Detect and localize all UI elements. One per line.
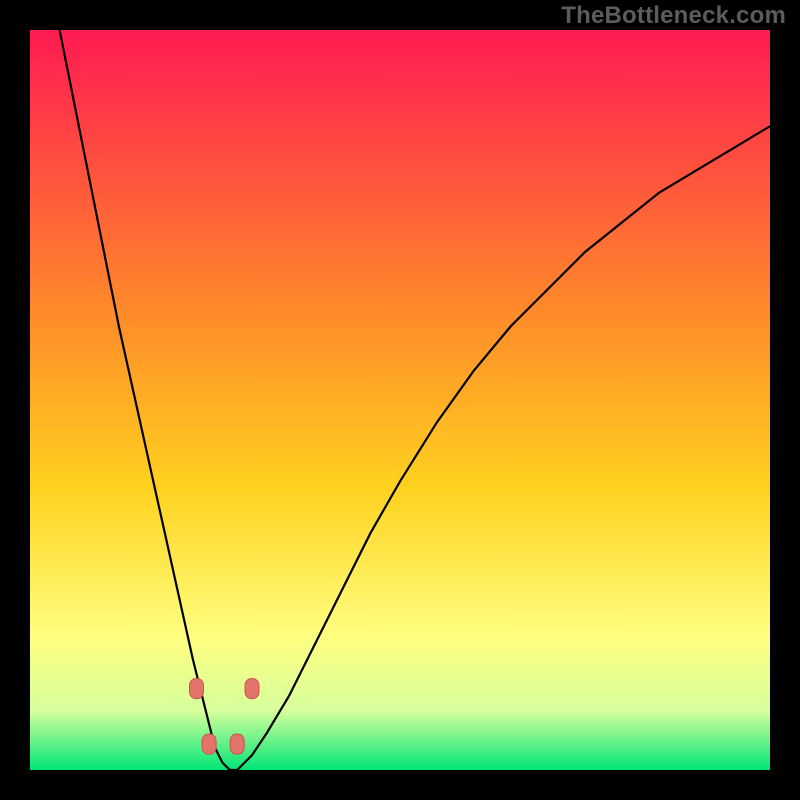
plot-svg bbox=[30, 30, 770, 770]
gradient-background bbox=[30, 30, 770, 770]
chart-frame: TheBottleneck.com bbox=[0, 0, 800, 800]
curve-marker bbox=[245, 679, 259, 699]
watermark-text: TheBottleneck.com bbox=[561, 2, 786, 30]
curve-marker bbox=[202, 734, 216, 754]
curve-marker bbox=[230, 734, 244, 754]
curve-marker bbox=[190, 679, 204, 699]
plot-area bbox=[30, 30, 770, 770]
